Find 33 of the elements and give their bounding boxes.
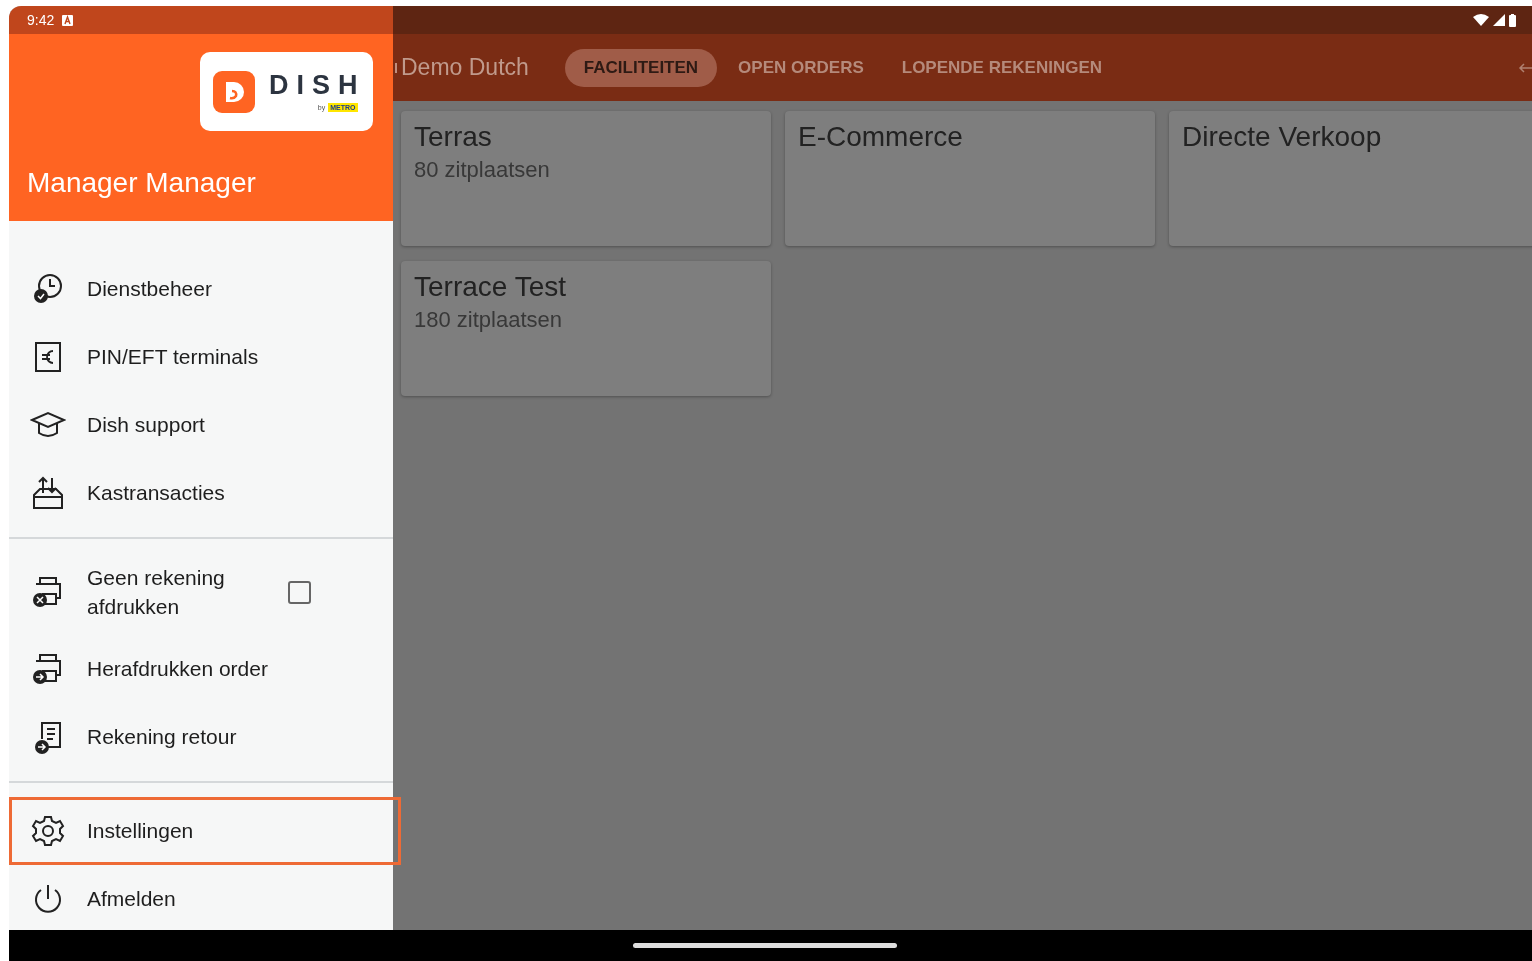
menu-item[interactable]: Rekening retour bbox=[9, 703, 393, 771]
notification-icon bbox=[62, 14, 74, 26]
menu-item[interactable]: Afmelden bbox=[9, 865, 393, 933]
signal-icon bbox=[1493, 14, 1505, 26]
facility-card[interactable]: Terrace Test 180 zitplaatsen bbox=[401, 261, 771, 396]
logo-mark-icon bbox=[213, 70, 255, 113]
wifi-icon bbox=[1473, 14, 1489, 26]
back-arrow-icon[interactable] bbox=[1518, 60, 1532, 75]
logo-text: DISH bbox=[269, 71, 366, 99]
status-time: 9:42 bbox=[27, 12, 55, 28]
app-title: Demo Dutch bbox=[401, 54, 529, 81]
menu-item[interactable]: Dish support bbox=[9, 391, 393, 459]
facility-name: Directe Verkoop bbox=[1182, 121, 1382, 153]
facility-card[interactable]: Terras 80 zitplaatsen bbox=[401, 111, 771, 246]
cash-drawer-icon bbox=[30, 475, 66, 511]
menu-item[interactable]: Dienstbeheer bbox=[9, 255, 393, 323]
home-handle[interactable] bbox=[632, 943, 897, 948]
user-name: Manager Manager bbox=[27, 167, 256, 199]
battery-icon bbox=[1509, 13, 1516, 27]
facility-card[interactable]: E-Commerce bbox=[785, 111, 1155, 246]
facility-name: Terrace Test bbox=[414, 271, 566, 303]
menu-item[interactable]: Herafdrukken order bbox=[9, 635, 393, 703]
seat-count: 80 zitplaatsen bbox=[414, 157, 550, 183]
facility-name: Terras bbox=[414, 121, 492, 153]
menu-item[interactable]: PIN/EFT terminals bbox=[9, 323, 393, 391]
checkbox[interactable] bbox=[288, 580, 311, 604]
menu-item[interactable]: Geen rekening afdrukken bbox=[9, 549, 393, 635]
menu-item[interactable]: Instellingen bbox=[9, 797, 401, 865]
facility-card[interactable]: Directe Verkoop bbox=[1169, 111, 1532, 246]
facility-name: E-Commerce bbox=[798, 121, 963, 153]
seat-count: 180 zitplaatsen bbox=[414, 307, 562, 333]
settings-icon bbox=[30, 813, 66, 849]
menu-item[interactable]: Kastransacties bbox=[9, 459, 393, 527]
